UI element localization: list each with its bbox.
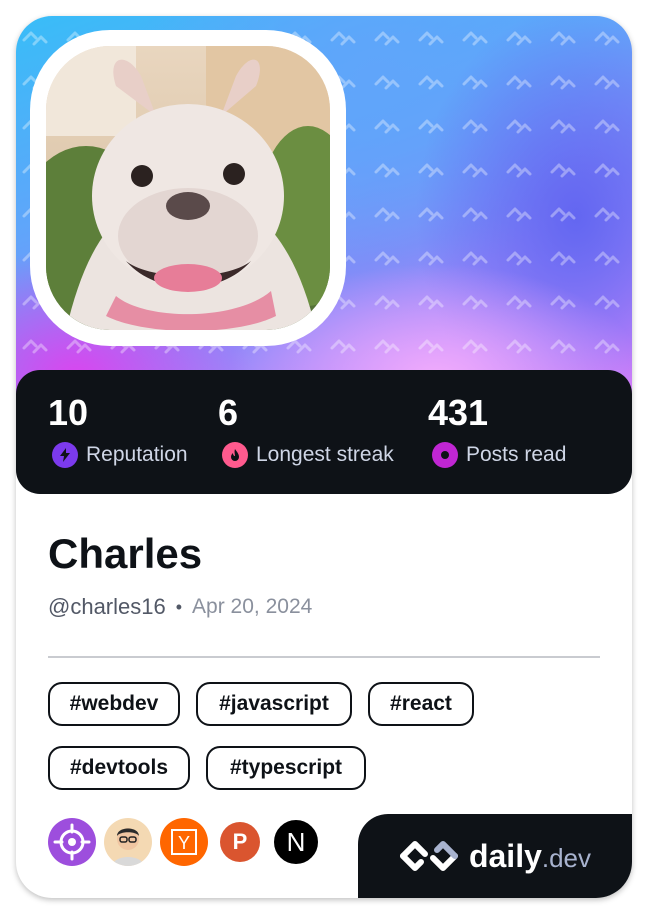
- cover-background: [16, 16, 632, 416]
- devcard: 10 Reputation 6 Longest streak 431 Posts…: [16, 16, 632, 898]
- streak-value: 6: [218, 392, 239, 433]
- avatar[interactable]: [46, 46, 330, 330]
- crosshair-squad-icon[interactable]: [48, 818, 96, 866]
- joined-date: Apr 20, 2024: [192, 595, 313, 618]
- product-hunt-icon[interactable]: P: [220, 822, 260, 862]
- profile-meta: @charles16 • Apr 20, 2024: [48, 594, 312, 620]
- reputation-label: Reputation: [86, 443, 188, 466]
- brand-name: daily: [468, 837, 542, 874]
- eye-icon: [432, 442, 458, 468]
- french-bulldog-photo-icon: [46, 46, 330, 330]
- flame-icon: [222, 442, 248, 468]
- stats-bar: 10 Reputation 6 Longest streak 431 Posts…: [16, 370, 632, 494]
- daily-dev-logo-icon: [399, 841, 458, 871]
- tag-react[interactable]: #react: [368, 682, 474, 726]
- daily-dev-brand[interactable]: daily.dev: [358, 814, 632, 898]
- tag-javascript[interactable]: #javascript: [196, 682, 352, 726]
- tag-webdev[interactable]: #webdev: [48, 682, 180, 726]
- tag-devtools[interactable]: #devtools: [48, 746, 190, 790]
- reputation-value: 10: [48, 392, 89, 433]
- posts-read-label: Posts read: [466, 443, 567, 466]
- y-combinator-icon[interactable]: Y: [160, 818, 208, 866]
- nextjs-icon[interactable]: N: [272, 818, 320, 866]
- streak-label: Longest streak: [256, 443, 394, 466]
- lightning-icon: [52, 442, 78, 468]
- posts-read-value: 431: [428, 392, 489, 433]
- brand-suffix: .dev: [541, 842, 592, 873]
- tag-typescript[interactable]: #typescript: [206, 746, 366, 790]
- profile-handle[interactable]: @charles16: [48, 594, 166, 620]
- developer-avatar-squad-icon[interactable]: [104, 818, 152, 866]
- meta-separator: •: [175, 596, 183, 617]
- profile-name: Charles: [48, 530, 203, 577]
- divider: [48, 656, 600, 658]
- svg-text:Y: Y: [178, 833, 190, 853]
